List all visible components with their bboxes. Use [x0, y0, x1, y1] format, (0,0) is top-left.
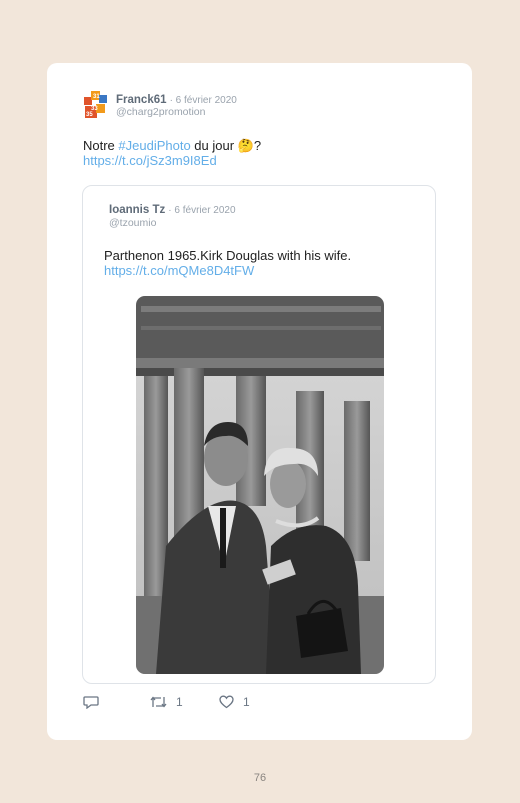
- retweet-icon[interactable]: [150, 695, 167, 709]
- tweet-link[interactable]: https://t.co/jSz3m9I8Ed: [83, 153, 217, 169]
- like-action[interactable]: 1: [219, 695, 250, 709]
- tweet-actions: 1 1: [83, 695, 343, 713]
- tweet-text-after: du jour 🤔?: [190, 138, 262, 153]
- quoted-photo[interactable]: [136, 296, 384, 674]
- author-name[interactable]: Franck61: [116, 94, 167, 106]
- quoted-tweet[interactable]: Ioannis Tz · 6 février 2020 @tzoumio Par…: [82, 185, 436, 684]
- retweet-action[interactable]: 1: [150, 695, 183, 709]
- avatar-number-35: 35: [86, 112, 93, 118]
- tweet-author-line: Franck61 · 6 février 2020: [116, 94, 237, 106]
- tweet-text: Notre #JeudiPhoto du jour 🤔?: [83, 138, 261, 154]
- like-count: 1: [243, 695, 250, 709]
- quoted-text: Parthenon 1965.Kirk Douglas with his wif…: [104, 248, 352, 263]
- avatar-number-31: 31: [93, 94, 100, 100]
- quoted-author-line: Ioannis Tz · 6 février 2020: [109, 204, 236, 216]
- hashtag-link[interactable]: #JeudiPhoto: [118, 138, 190, 153]
- page-number: 76: [253, 772, 267, 784]
- tweet-text-before: Notre: [83, 138, 119, 153]
- tweet-date[interactable]: · 6 février 2020: [170, 95, 237, 106]
- quoted-handle[interactable]: @tzoumio: [109, 217, 156, 229]
- reply-icon[interactable]: [83, 695, 99, 709]
- heart-icon[interactable]: [219, 695, 234, 709]
- avatar[interactable]: 31 33 35: [83, 91, 109, 119]
- tweet-card: 31 33 35 Franck61 · 6 février 2020 @char…: [47, 63, 472, 740]
- quoted-link[interactable]: https://t.co/mQMe8D4tFW: [104, 263, 254, 279]
- quoted-date[interactable]: · 6 février 2020: [168, 205, 235, 216]
- author-handle[interactable]: @charg2promotion: [116, 106, 205, 118]
- retweet-count: 1: [176, 695, 183, 709]
- quoted-author-name[interactable]: Ioannis Tz: [109, 204, 165, 216]
- reply-action[interactable]: [83, 695, 99, 709]
